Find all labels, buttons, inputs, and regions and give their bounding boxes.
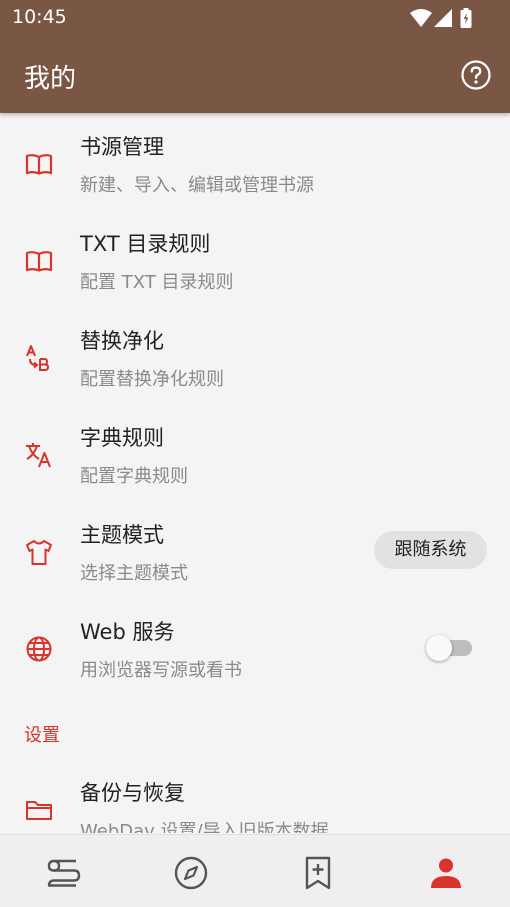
- compass-icon: [174, 856, 208, 890]
- folder-icon: [26, 801, 52, 820]
- help-circle-icon: [461, 60, 491, 90]
- list-item-title: 书源管理: [80, 135, 164, 159]
- list-item-title: Web 服务: [80, 620, 175, 644]
- list-item-title: 主题模式: [80, 523, 164, 547]
- page-title: 我的: [24, 64, 77, 94]
- settings-list[interactable]: 书源管理 新建、导入、编辑或管理书源 TXT 目录规则 配置 TXT 目录规则 …: [0, 113, 510, 833]
- toggle-thumb: [426, 635, 452, 661]
- list-item-subtitle: 用浏览器写源或看书: [80, 660, 242, 681]
- tshirt-icon: [26, 540, 52, 565]
- status-bar: 10:45: [0, 0, 510, 36]
- status-icons: [410, 8, 474, 28]
- nav-my[interactable]: [428, 855, 464, 891]
- list-item-title: 字典规则: [80, 426, 164, 450]
- find-replace-icon: [26, 345, 50, 371]
- person-icon: [431, 858, 461, 888]
- list-item-txt-toc-rule[interactable]: TXT 目录规则 配置 TXT 目录规则: [0, 210, 510, 307]
- globe-icon: [26, 636, 52, 662]
- book-open-icon: [25, 154, 53, 175]
- list-item-subtitle: 配置 TXT 目录规则: [80, 272, 234, 293]
- theme-mode-chip[interactable]: 跟随系统: [374, 531, 487, 569]
- battery-icon: [460, 8, 472, 28]
- bookmark-add-icon: [305, 856, 331, 890]
- signal-icon: [434, 9, 452, 27]
- list-item-dict-rule[interactable]: 字典规则 配置字典规则: [0, 404, 510, 501]
- nav-bookshelf[interactable]: [46, 855, 82, 891]
- list-item-backup-restore[interactable]: 备份与恢复 WebDav 设置/导入旧版本数据: [0, 759, 510, 833]
- bottom-navigation: [0, 834, 510, 907]
- book-open-icon: [25, 251, 53, 272]
- nav-explore[interactable]: [173, 855, 209, 891]
- list-item-title: 备份与恢复: [80, 781, 185, 805]
- list-item-subtitle: 选择主题模式: [80, 563, 188, 584]
- list-item-subtitle: 配置替换净化规则: [80, 369, 224, 390]
- section-header-settings: 设置: [24, 725, 60, 746]
- list-item-replace-rule[interactable]: 替换净化 配置替换净化规则: [0, 307, 510, 404]
- status-time: 10:45: [12, 6, 67, 28]
- list-item-subtitle: WebDav 设置/导入旧版本数据: [80, 821, 329, 833]
- bookshelf-icon: [47, 859, 81, 887]
- nav-rss[interactable]: [300, 855, 336, 891]
- help-button[interactable]: [460, 59, 492, 91]
- list-item-book-source[interactable]: 书源管理 新建、导入、编辑或管理书源: [0, 113, 510, 210]
- list-item-title: TXT 目录规则: [80, 232, 211, 256]
- list-item-subtitle: 配置字典规则: [80, 466, 188, 487]
- web-service-toggle[interactable]: [426, 633, 474, 663]
- list-item-title: 替换净化: [80, 329, 164, 353]
- wifi-icon: [410, 9, 432, 27]
- list-item-subtitle: 新建、导入、编辑或管理书源: [80, 175, 314, 196]
- translate-icon: [26, 443, 51, 468]
- app-bar: 10:45 我的: [0, 0, 510, 113]
